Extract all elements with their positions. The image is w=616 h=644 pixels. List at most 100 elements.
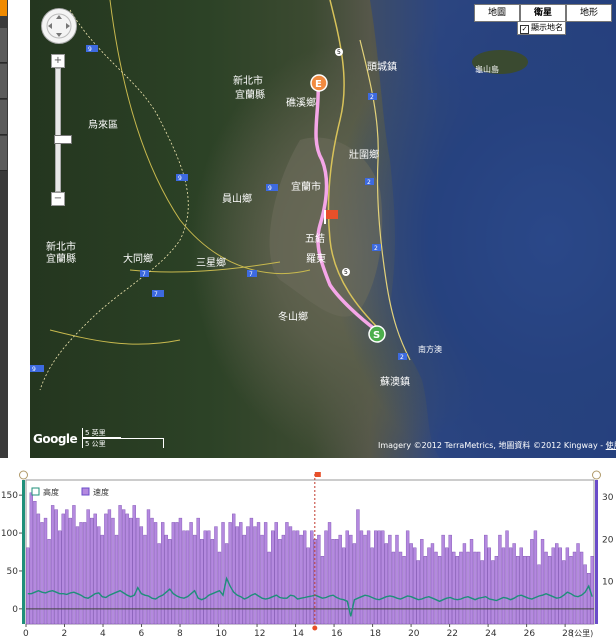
speed-bar	[516, 555, 520, 625]
speed-bar	[317, 534, 321, 625]
speed-bar	[214, 526, 218, 625]
x-tick-label: 24	[485, 629, 497, 639]
speed-bar	[125, 513, 129, 625]
speed-bar	[487, 547, 491, 625]
map-type-map-button[interactable]: 地圖	[474, 4, 520, 22]
google-logo: Google	[33, 432, 78, 446]
zoom-slider-track[interactable]	[54, 68, 72, 192]
speed-bar	[65, 509, 69, 625]
speed-bar	[409, 543, 413, 625]
speed-bar	[299, 534, 303, 625]
speed-bar	[292, 530, 296, 625]
start-marker[interactable]: S	[368, 325, 386, 343]
speed-bar	[366, 530, 371, 625]
label-yilan-county-2: 宜蘭縣	[46, 252, 76, 265]
x-tick-label: 18	[370, 629, 382, 639]
sidebar-tab-1[interactable]	[0, 28, 7, 63]
chart-svg: 0 2 4 6 8 10 12 14 16 18 20 22 24 26 28(公里)05010015010…	[1, 470, 614, 639]
speed-bar	[43, 517, 48, 625]
scale-bar: 5 英里 5 公里	[82, 428, 164, 450]
x-tick-label: 16	[331, 629, 343, 639]
speed-bar	[313, 539, 318, 625]
map-attribution: Imagery ©2012 TerraMetrics, 地圖資料 ©2012 K…	[378, 440, 616, 451]
sidebar-tab-2[interactable]	[0, 64, 7, 99]
speed-bar	[405, 530, 410, 625]
elevation-speed-chart[interactable]: 0 2 4 6 8 10 12 14 16 18 20 22 24 26 28 (公里) 0 50 100 150 10…	[0, 461, 616, 640]
speed-bar	[72, 505, 76, 625]
speed-bar	[530, 539, 534, 625]
end-marker[interactable]: E	[310, 74, 328, 92]
y-left-tick-label: 150	[1, 491, 18, 501]
show-labels-toggle[interactable]: ✓ 顯示地名	[517, 21, 566, 35]
x-tick-label: 20	[408, 629, 420, 639]
map-type-satellite-button[interactable]: 衛星	[520, 4, 566, 22]
satellite-map[interactable]: 5 2 9 7 2 9 7 5 9 2 7 9 2 頭城鎮 礁溪鄉 壯圍鄉 宜蘭…	[30, 0, 616, 458]
x-tick-label: 26	[524, 629, 536, 639]
speed-bar	[544, 551, 548, 625]
attribution-text: Imagery ©2012 TerraMetrics, 地圖資料 ©2012 K…	[378, 441, 606, 450]
speed-bar	[210, 539, 215, 625]
zoom-in-button[interactable]: +	[51, 54, 65, 68]
speed-bar	[68, 517, 73, 625]
speed-bar	[565, 547, 570, 625]
x-tick-label: 8	[177, 629, 183, 639]
x-tick-label: 6	[139, 629, 145, 639]
position-marker-dot	[312, 625, 318, 631]
speed-bar	[452, 551, 456, 625]
speed-bar	[572, 551, 577, 625]
speed-bar	[267, 551, 271, 625]
sidebar-accent	[0, 0, 7, 16]
svg-text:7: 7	[154, 291, 158, 298]
speed-bar	[121, 509, 126, 625]
speed-bar	[271, 530, 275, 625]
svg-text:9: 9	[88, 46, 92, 53]
speed-bar	[381, 530, 385, 625]
label-turtle-island: 龜山島	[475, 64, 499, 74]
speed-bar	[569, 555, 573, 625]
speed-bar	[143, 534, 147, 625]
y-left-tick-label: 50	[7, 567, 19, 577]
sidebar-tab-3[interactable]	[0, 100, 7, 135]
speed-bar	[551, 547, 555, 625]
zoom-out-button[interactable]: −	[51, 192, 65, 206]
pan-control[interactable]	[41, 8, 77, 44]
zoom-slider-handle[interactable]	[54, 135, 72, 144]
speed-bar	[356, 509, 360, 625]
y-right-tick-label: 20	[602, 535, 614, 545]
svg-text:2: 2	[367, 179, 371, 186]
speed-bar	[157, 543, 161, 625]
label-wulai: 烏來區	[88, 118, 118, 131]
speed-bar	[526, 555, 530, 625]
y-left-tick-label: 100	[1, 529, 18, 539]
show-labels-checkbox[interactable]: ✓	[520, 25, 529, 34]
label-nanao: 南方澳	[418, 344, 442, 354]
speed-bar	[466, 551, 470, 625]
map-type-terrain-button[interactable]: 地形	[566, 4, 612, 22]
speed-bar	[86, 509, 90, 625]
svg-text:9: 9	[178, 175, 182, 182]
label-jiaoxi: 礁溪鄉	[286, 96, 316, 109]
speed-bar	[114, 534, 119, 625]
speed-bar	[246, 526, 250, 625]
speed-bar	[235, 526, 239, 625]
label-luodong: 羅東	[306, 252, 326, 265]
speed-bar	[47, 539, 51, 625]
svg-text:E: E	[315, 79, 322, 90]
speed-bar	[310, 530, 314, 625]
speed-bar	[547, 555, 552, 625]
sidebar-tab-4[interactable]	[0, 136, 7, 171]
speed-bar	[462, 543, 467, 625]
speed-bar	[484, 534, 488, 625]
left-sidebar	[0, 0, 8, 458]
speed-bar	[111, 517, 115, 625]
speed-bar	[402, 555, 406, 625]
speed-bar	[200, 539, 204, 625]
speed-bar	[494, 555, 499, 625]
terms-link[interactable]: 使用條款	[606, 441, 616, 450]
lanyang-plain	[269, 137, 383, 317]
svg-text:7: 7	[142, 271, 146, 278]
speed-bar	[93, 513, 97, 625]
y-left-tick-label: 0	[12, 605, 18, 615]
speed-bar	[441, 534, 445, 625]
speed-bar	[434, 551, 438, 625]
